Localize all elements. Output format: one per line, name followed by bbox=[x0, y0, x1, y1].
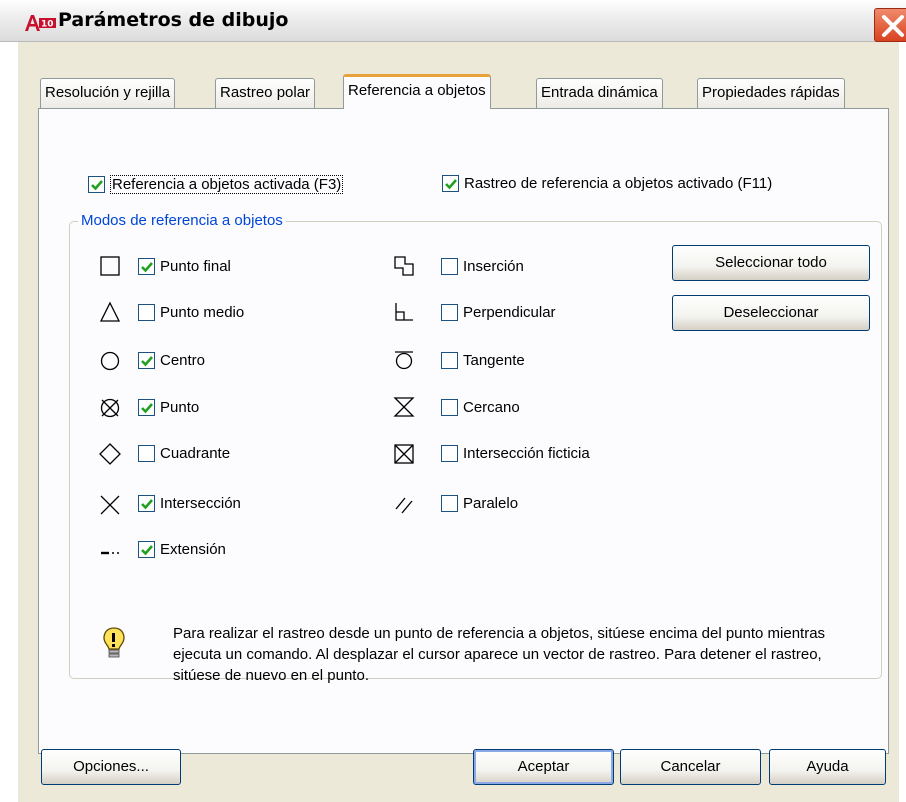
insertion-checkbox[interactable]: Inserción bbox=[441, 258, 524, 275]
nearest-hourglass-icon bbox=[393, 397, 415, 417]
perpendicular-icon bbox=[395, 303, 413, 321]
dialog-body: Resolución y rejilla Rastreo polar Refer… bbox=[18, 42, 899, 802]
ok-button[interactable]: Aceptar bbox=[473, 749, 614, 785]
nearest-check[interactable] bbox=[441, 399, 458, 416]
close-button[interactable] bbox=[874, 8, 906, 42]
window-title: Parámetros de dibujo bbox=[58, 9, 289, 31]
insertion-check[interactable] bbox=[441, 258, 458, 275]
apparent-intersection-icon bbox=[394, 444, 414, 464]
parallel-check[interactable] bbox=[441, 495, 458, 512]
intersection-check[interactable] bbox=[138, 495, 155, 512]
apparent-intersection-label: Intersección ficticia bbox=[463, 445, 590, 462]
tab-resolucion-rejilla[interactable]: Resolución y rejilla bbox=[40, 78, 176, 108]
autocad-app-icon: 10 bbox=[25, 15, 56, 31]
intersection-checkbox[interactable]: Intersección bbox=[138, 495, 241, 512]
parallel-checkbox[interactable]: Paralelo bbox=[441, 495, 518, 512]
options-button[interactable]: Opciones... bbox=[41, 749, 181, 785]
extension-checkbox[interactable]: Extensión bbox=[138, 541, 226, 558]
osnap-on-check[interactable] bbox=[88, 176, 105, 193]
group-title: Modos de referencia a objetos bbox=[78, 212, 286, 229]
tangent-icon bbox=[395, 351, 413, 370]
osnap-on-checkbox[interactable]: Referencia a objetos activada (F3) bbox=[88, 175, 344, 194]
select-all-button[interactable]: Seleccionar todo bbox=[672, 245, 870, 281]
endpoint-square-icon bbox=[100, 256, 120, 276]
clear-all-button[interactable]: Deseleccionar bbox=[672, 295, 870, 331]
tangent-label: Tangente bbox=[463, 352, 525, 369]
apparent-intersection-check[interactable] bbox=[441, 445, 458, 462]
midpoint-triangle-icon bbox=[99, 301, 121, 322]
parallel-icon bbox=[395, 497, 413, 514]
apparent-intersection-checkbox[interactable]: Intersección ficticia bbox=[441, 445, 590, 462]
quadrant-checkbox[interactable]: Cuadrante bbox=[138, 445, 230, 462]
close-icon bbox=[882, 15, 904, 37]
node-label: Punto bbox=[160, 399, 200, 416]
midpoint-label: Punto medio bbox=[160, 304, 245, 321]
help-button[interactable]: Ayuda bbox=[769, 749, 886, 785]
insertion-icon bbox=[394, 256, 414, 276]
title-bar: 10 Parámetros de dibujo bbox=[0, 0, 906, 42]
extension-label: Extensión bbox=[160, 541, 226, 558]
center-circle-icon bbox=[100, 351, 120, 371]
intersection-label: Intersección bbox=[160, 495, 241, 512]
intersection-x-icon bbox=[100, 495, 120, 515]
quadrant-check[interactable] bbox=[138, 445, 155, 462]
tab-propiedades-rapidas[interactable]: Propiedades rápidas bbox=[697, 78, 845, 108]
otrack-on-checkbox[interactable]: Rastreo de referencia a objetos activado… bbox=[442, 175, 772, 192]
perpendicular-label: Perpendicular bbox=[463, 304, 556, 321]
node-checkbox[interactable]: Punto bbox=[138, 399, 199, 416]
otrack-on-check[interactable] bbox=[442, 175, 459, 192]
svg-text:10: 10 bbox=[41, 20, 54, 30]
node-circle-x-icon bbox=[100, 398, 120, 418]
quadrant-diamond-icon bbox=[99, 443, 121, 465]
window-frame-left bbox=[0, 42, 18, 802]
tab-rastreo-polar[interactable]: Rastreo polar bbox=[215, 78, 316, 108]
center-label: Centro bbox=[160, 352, 206, 369]
midpoint-checkbox[interactable]: Punto medio bbox=[138, 304, 244, 321]
nearest-label: Cercano bbox=[463, 399, 520, 416]
perpendicular-checkbox[interactable]: Perpendicular bbox=[441, 304, 556, 321]
center-check[interactable] bbox=[138, 352, 155, 369]
tab-panel: Referencia a objetos activada (F3) Rastr… bbox=[38, 108, 889, 754]
lightbulb-icon bbox=[103, 627, 125, 658]
endpoint-label: Punto final bbox=[160, 258, 231, 275]
extension-dashes-icon bbox=[101, 551, 119, 555]
tab-entrada-dinamica[interactable]: Entrada dinámica bbox=[536, 78, 663, 108]
extension-check[interactable] bbox=[138, 541, 155, 558]
tangent-checkbox[interactable]: Tangente bbox=[441, 352, 525, 369]
perpendicular-check[interactable] bbox=[441, 304, 458, 321]
center-checkbox[interactable]: Centro bbox=[138, 352, 205, 369]
tangent-check[interactable] bbox=[441, 352, 458, 369]
tab-strip: Resolución y rejilla Rastreo polar Refer… bbox=[18, 42, 899, 109]
endpoint-check[interactable] bbox=[138, 258, 155, 275]
tab-referencia-objetos[interactable]: Referencia a objetos bbox=[343, 74, 491, 109]
tip-text: Para realizar el rastreo desde un punto … bbox=[173, 625, 826, 684]
nearest-checkbox[interactable]: Cercano bbox=[441, 399, 520, 416]
parallel-label: Paralelo bbox=[463, 495, 519, 512]
cancel-button[interactable]: Cancelar bbox=[620, 749, 761, 785]
quadrant-label: Cuadrante bbox=[160, 445, 231, 462]
insertion-label: Inserción bbox=[463, 258, 524, 275]
midpoint-check[interactable] bbox=[138, 304, 155, 321]
window-frame-right bbox=[899, 42, 906, 802]
node-check[interactable] bbox=[138, 399, 155, 416]
endpoint-checkbox[interactable]: Punto final bbox=[138, 258, 231, 275]
osnap-on-label: Referencia a objetos activada (F3) bbox=[110, 175, 344, 194]
otrack-on-label: Rastreo de referencia a objetos activado… bbox=[464, 175, 773, 192]
